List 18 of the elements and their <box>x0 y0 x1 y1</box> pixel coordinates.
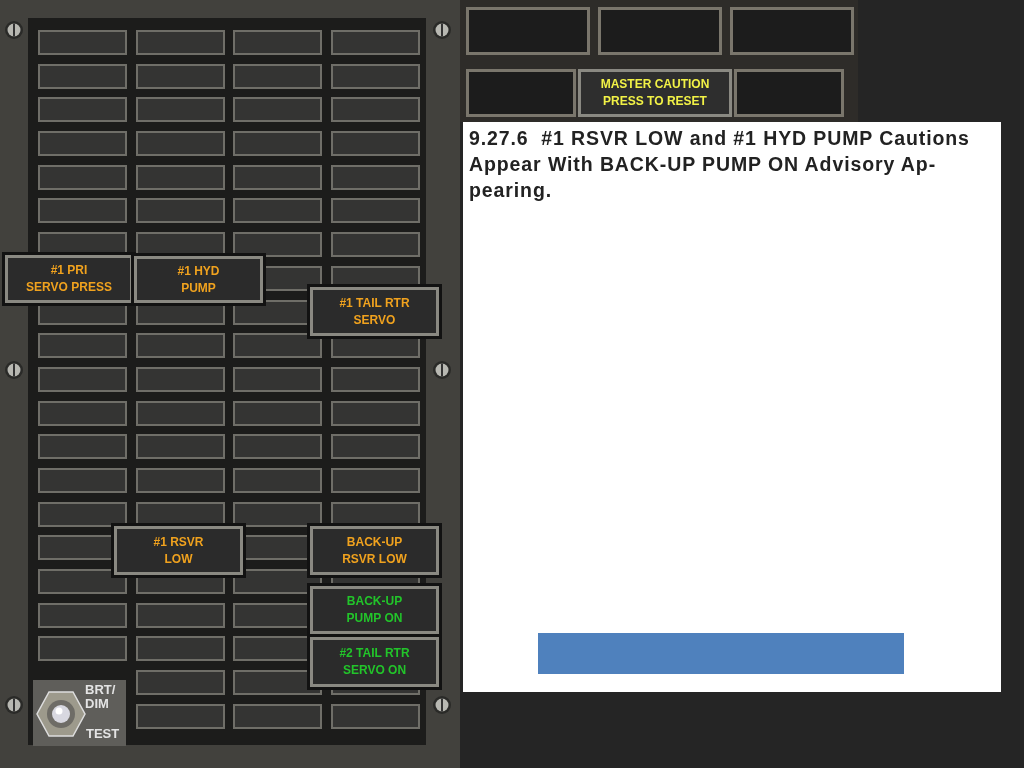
screw-icon <box>4 360 24 380</box>
caution-light[interactable]: #1 PRI SERVO PRESS <box>5 255 133 303</box>
caution-light[interactable]: BACK-UP RSVR LOW <box>310 526 439 575</box>
screw-icon <box>4 20 24 40</box>
caution-light[interactable]: BACK-UP PUMP ON <box>310 586 439 634</box>
screw-icon <box>432 695 452 715</box>
screw-icon <box>432 20 452 40</box>
screw-icon <box>4 695 24 715</box>
caution-light[interactable]: #2 TAIL RTR SERVO ON <box>310 637 439 687</box>
screw-icon <box>432 360 452 380</box>
switch-label: BRT/ DIM <box>85 683 116 711</box>
caution-light[interactable]: #1 HYD PUMP <box>134 256 263 303</box>
toggle-switch-icon[interactable] <box>36 689 86 739</box>
caution-light[interactable]: #1 TAIL RTR SERVO <box>310 287 439 336</box>
master-caution-button[interactable]: MASTER CAUTION PRESS TO RESET <box>578 69 732 117</box>
procedure-heading: 9.27.6 #1 RSVR LOW and #1 HYD PUMP Cautions Appear With BACK-UP PUMP ON Advisory Ap-pearing. <box>469 126 971 203</box>
caution-light[interactable]: #1 RSVR LOW <box>114 526 243 575</box>
switch-label: TEST <box>86 726 120 741</box>
